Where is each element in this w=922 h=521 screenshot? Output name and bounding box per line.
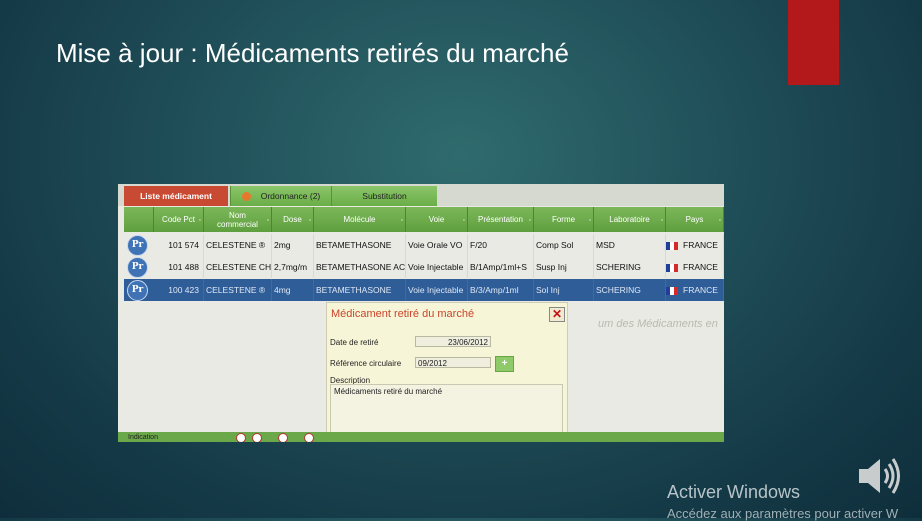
slide-title: Mise à jour : Médicaments retirés du mar… xyxy=(56,38,569,68)
column-label: Pays xyxy=(685,215,704,224)
activate-windows-title: Activer Windows xyxy=(667,482,801,502)
column-header-dose[interactable]: Dose ◦ xyxy=(272,207,314,232)
reference-label: Référence circulaire xyxy=(330,359,402,368)
tab-label: Ordonnance (2) xyxy=(260,191,321,201)
sort-icon: ◦ xyxy=(718,217,721,224)
column-header-pays[interactable]: Pays ◦ xyxy=(666,207,724,232)
accent-bar xyxy=(788,0,839,85)
add-button[interactable]: + xyxy=(495,356,514,372)
sort-icon: ◦ xyxy=(462,217,465,224)
prescription-badge-icon: Pr xyxy=(127,280,148,301)
column-label: Laboratoire xyxy=(609,215,650,224)
column-header-nom[interactable]: Nom commercial ◦ xyxy=(204,207,272,232)
no-entry-icon[interactable] xyxy=(304,433,314,442)
column-header-presentation[interactable]: Présentation ◦ xyxy=(468,207,534,232)
cell-nom: CELESTENE ® xyxy=(204,279,272,301)
pays-label: FRANCE xyxy=(683,285,718,295)
indication-label: Indication xyxy=(128,434,158,441)
cell-nom: CELESTENE ® xyxy=(204,234,272,256)
cell-code: 100 423 xyxy=(154,279,204,301)
table-row[interactable]: Pr 101 488 CELESTENE CHI 2,7mg/m BETAMET… xyxy=(124,256,724,278)
cell-nom: CELESTENE CHI xyxy=(204,256,272,278)
cell-presentation: F/20 xyxy=(468,234,534,256)
no-entry-icon[interactable] xyxy=(278,433,288,442)
withdrawn-drug-dialog: Médicament retiré du marché ✕ Date de re… xyxy=(326,302,568,442)
pill-icon xyxy=(241,192,251,202)
tab-liste-medicament[interactable]: Liste médicament xyxy=(124,186,228,206)
table-row-selected[interactable]: Pr 100 423 CELESTENE ® 4mg BETAMETHASONE… xyxy=(124,279,724,301)
date-label: Date de retiré xyxy=(330,338,379,347)
france-flag-icon xyxy=(666,263,678,272)
cell-voie: Voie Injectable xyxy=(406,279,468,301)
column-label: Nom commercial xyxy=(217,210,258,229)
column-header-laboratoire[interactable]: Laboratoire ◦ xyxy=(594,207,666,232)
pays-label: FRANCE xyxy=(683,240,718,250)
cell-laboratoire: MSD xyxy=(594,234,666,256)
bottom-panel-bar xyxy=(118,432,724,442)
tab-ordonnance[interactable]: Ordonnance (2) xyxy=(230,186,331,206)
cell-forme: Susp Inj xyxy=(534,256,594,278)
column-label: Dose xyxy=(283,215,302,224)
cell-dose: 4mg xyxy=(272,279,314,301)
column-label: Voie xyxy=(428,215,445,224)
cell-voie: Voie Orale VO xyxy=(406,234,468,256)
column-label: Molécule xyxy=(343,215,376,224)
cell-forme: Comp Sol xyxy=(534,234,594,256)
speaker-icon[interactable] xyxy=(856,455,904,497)
column-label: Forme xyxy=(551,215,576,224)
sort-icon: ◦ xyxy=(588,217,591,224)
reference-field[interactable]: 09/2012 xyxy=(415,357,491,368)
prescription-badge-icon: Pr xyxy=(127,257,148,278)
cell-dose: 2mg xyxy=(272,234,314,256)
cell-code: 101 574 xyxy=(154,234,204,256)
cell-presentation: B/3/Amp/1ml xyxy=(468,279,534,301)
close-icon[interactable]: ✕ xyxy=(549,307,565,322)
background-watermark-text: um des Médicaments en xyxy=(598,318,718,330)
tab-label: Substitution xyxy=(362,191,407,201)
column-header-voie[interactable]: Voie ◦ xyxy=(406,207,468,232)
cell-dose: 2,7mg/m xyxy=(272,256,314,278)
cell-forme: Sol Inj xyxy=(534,279,594,301)
cell-molecule: BETAMETHASONE xyxy=(314,279,406,301)
date-field[interactable]: 23/06/2012 xyxy=(415,336,491,347)
column-label: Présentation xyxy=(478,215,523,224)
column-header-badge xyxy=(124,207,154,232)
activate-windows-subtitle: Accédez aux paramètres pour activer W xyxy=(667,506,899,521)
no-entry-icon[interactable] xyxy=(236,433,246,442)
drug-app-window: Liste médicament Ordonnance (2) Substitu… xyxy=(118,184,724,442)
france-flag-icon xyxy=(666,286,678,295)
cell-voie: Voie Injectable xyxy=(406,256,468,278)
column-label: Code Pct xyxy=(162,215,195,224)
cell-presentation: B/1Amp/1ml+S xyxy=(468,256,534,278)
column-header-molecule[interactable]: Molécule ◦ xyxy=(314,207,406,232)
cell-laboratoire: SCHERING xyxy=(594,256,666,278)
sort-icon: ◦ xyxy=(660,217,663,224)
no-entry-icon[interactable] xyxy=(252,433,262,442)
sort-icon: ◦ xyxy=(528,217,531,224)
france-flag-icon xyxy=(666,241,678,250)
cell-pays: FRANCE xyxy=(666,279,724,301)
cell-pays: FRANCE xyxy=(666,256,724,278)
sort-icon: ◦ xyxy=(198,217,201,224)
dialog-title: Médicament retiré du marché xyxy=(331,308,475,320)
cell-code: 101 488 xyxy=(154,256,204,278)
column-header-code[interactable]: Code Pct ◦ xyxy=(154,207,204,232)
table-row[interactable]: Pr 101 574 CELESTENE ® 2mg BETAMETHASONE… xyxy=(124,234,724,256)
cell-molecule: BETAMETHASONE xyxy=(314,234,406,256)
cell-pays: FRANCE xyxy=(666,234,724,256)
sort-icon: ◦ xyxy=(400,217,403,224)
tab-bar: Liste médicament Ordonnance (2) Substitu… xyxy=(118,184,724,206)
sort-icon: ◦ xyxy=(308,217,311,224)
cell-molecule: BETAMETHASONE AC xyxy=(314,256,406,278)
cell-laboratoire: SCHERING xyxy=(594,279,666,301)
sort-icon: ◦ xyxy=(266,217,269,224)
pays-label: FRANCE xyxy=(683,262,718,272)
tab-label: Liste médicament xyxy=(140,191,212,201)
description-field[interactable]: Médicaments retiré du marché xyxy=(330,384,563,436)
tab-substitution[interactable]: Substitution xyxy=(331,186,437,206)
prescription-badge-icon: Pr xyxy=(127,235,148,256)
column-header-forme[interactable]: Forme ◦ xyxy=(534,207,594,232)
